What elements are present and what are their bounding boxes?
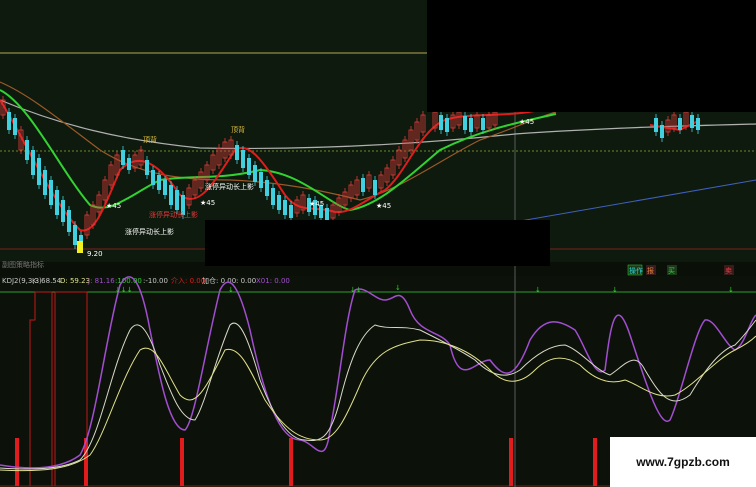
candle-body[interactable]	[121, 150, 125, 165]
candle-body[interactable]	[163, 180, 167, 195]
candle-body[interactable]	[361, 178, 365, 192]
candle-body[interactable]	[31, 150, 35, 175]
candle-body[interactable]	[169, 185, 173, 205]
indicator-value-2: :-10.00	[143, 277, 168, 285]
low-price-label: 9.20	[87, 250, 103, 258]
candle-body[interactable]	[13, 118, 17, 135]
candle-body[interactable]	[678, 118, 682, 130]
star-marker-4: ★45	[376, 202, 391, 210]
redacted-area-top	[427, 0, 756, 112]
indicator-d-value: D: 59.23	[60, 277, 90, 285]
indicator-k-value: K: 68.54	[32, 277, 62, 285]
candle-body[interactable]	[277, 195, 281, 210]
hist-bar	[509, 438, 513, 486]
tag-label-1: 操作	[629, 266, 643, 275]
candle-body[interactable]	[696, 118, 700, 130]
chart-window: 顶背 顶背 ★45 ★45 ★45 ★45 ★45 涨停异动长上影 涨停异动长上…	[0, 0, 756, 487]
candle-body[interactable]	[157, 175, 161, 190]
candle-body[interactable]	[49, 180, 53, 205]
candle-body[interactable]	[289, 205, 293, 218]
candle-body[interactable]	[67, 210, 71, 232]
signal-label-3: 涨停异动长上影	[125, 227, 174, 236]
sell-arrow-icon: ↓	[728, 286, 734, 294]
candle-body[interactable]	[55, 190, 59, 215]
candle-body[interactable]	[654, 118, 658, 132]
candle-body[interactable]	[283, 200, 287, 215]
candle-body[interactable]	[469, 118, 473, 132]
candle-body[interactable]	[481, 118, 485, 130]
tag-label-3: 买	[668, 267, 675, 275]
star-marker-2: ★45	[200, 199, 215, 207]
candle-body[interactable]	[241, 150, 245, 168]
candle-body[interactable]	[43, 170, 47, 195]
sell-arrow-icon: ↓↓	[350, 286, 362, 294]
candle-body[interactable]	[235, 145, 239, 160]
candle-body[interactable]	[439, 115, 443, 130]
candle-body[interactable]	[175, 190, 179, 210]
signal-label-2: 涨停异动长上影	[149, 210, 198, 219]
candle-body[interactable]	[445, 118, 449, 132]
star-marker-3: ★45	[309, 200, 324, 208]
candle-body[interactable]	[247, 158, 251, 175]
candle-body[interactable]	[25, 140, 29, 160]
sell-arrow-icon: ↓	[395, 284, 401, 292]
sell-arrow-icon: ↓	[612, 286, 618, 294]
candle-body[interactable]	[253, 165, 257, 182]
candle-body[interactable]	[373, 180, 377, 195]
sub-panel-caption: 副图策略指标	[2, 260, 44, 269]
volume-highlight-bar	[77, 241, 83, 253]
candle-body[interactable]	[271, 188, 275, 205]
candle-body[interactable]	[325, 208, 329, 220]
candle-body[interactable]	[660, 125, 664, 138]
indicator-j-value: J: 81.16	[87, 277, 115, 285]
sell-arrow-icon: ↓	[535, 286, 541, 294]
indicator-value-5: : 0.00	[236, 277, 256, 285]
candle-body[interactable]	[265, 180, 269, 196]
signal-label-1: 涨停异动长上影	[205, 182, 254, 191]
star-marker-1: ★45	[106, 202, 121, 210]
indicator-value-6: X01: 0.00	[256, 277, 290, 285]
hist-bar	[180, 438, 184, 486]
sell-arrow-icon: ↓↓↓	[115, 286, 133, 294]
top-divergence-label-2: 顶背	[231, 125, 245, 134]
candle-body[interactable]	[463, 116, 467, 130]
candle-body[interactable]	[151, 170, 155, 185]
candle-body[interactable]	[7, 112, 11, 130]
redacted-area-middle	[205, 220, 550, 266]
sell-arrow-icon: ↓	[228, 286, 234, 294]
tag-label-2: 报	[647, 266, 654, 275]
indicator-value-3: 介入: 0.00	[171, 277, 205, 285]
candle-body[interactable]	[127, 158, 131, 170]
hist-bar	[289, 438, 293, 486]
candle-body[interactable]	[73, 225, 77, 245]
candle-body[interactable]	[145, 160, 149, 175]
hist-bar	[593, 438, 597, 486]
candle-body[interactable]	[690, 115, 694, 128]
candle-body[interactable]	[61, 200, 65, 222]
star-marker-5: ★45	[519, 118, 534, 126]
candle-body[interactable]	[259, 172, 263, 188]
candle-body[interactable]	[37, 158, 41, 185]
top-divergence-label-1: 顶背	[143, 135, 157, 144]
tag-label-4: 卖	[725, 267, 732, 275]
watermark-label: www.7gpzb.com	[610, 437, 756, 487]
hist-bar	[15, 438, 19, 486]
